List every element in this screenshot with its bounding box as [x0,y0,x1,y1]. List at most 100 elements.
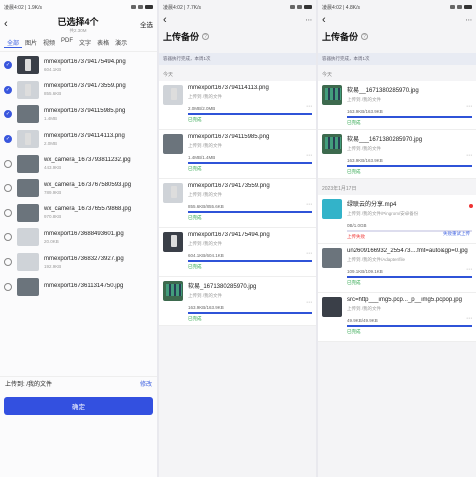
file-name: mmexport1673794114113.png [44,132,125,139]
tab-videos[interactable]: 视频 [40,38,58,48]
item-more-icon[interactable]: ⋯ [466,152,472,159]
upload-item-card[interactable]: mmexport1673794173559.png 上传到 /我的文件 855.6K… [159,179,316,228]
upload-thumbnail [163,85,183,105]
unchecked-checkbox-icon[interactable] [4,258,12,267]
checked-checkbox-icon[interactable]: ✓ [4,85,12,94]
upload-size: 49.9KB/49.9KB [347,318,378,323]
back-arrow-icon[interactable]: ‹ [4,18,16,30]
file-thumbnail [17,277,39,296]
upload-file-name: 软易___1671380285970.jpg [347,137,423,143]
retry-upload-button[interactable]: 失败重试上传 [443,231,470,237]
help-icon[interactable]: ? [202,33,210,40]
file-list-item[interactable]: ✓ mmexport1673794173559.png 855.6KB [0,78,157,103]
file-list-item[interactable]: wx_camera_1673767580593.jpg 789.9KB [0,176,157,201]
file-size: 20.0KB [44,238,59,244]
file-list-item[interactable]: wx_camera_1673793811232.jpg 443.9KB [0,151,157,176]
tab-pdf[interactable]: PDF [58,38,76,48]
upload-file-name: mmexport1673794173559.png [188,183,270,189]
file-thumbnail [17,253,39,272]
item-more-icon[interactable]: ⋯ [466,315,472,322]
unchecked-checkbox-icon[interactable] [4,208,12,217]
signal-icon [131,5,136,9]
file-info: mmexport1673688493601.jpg 20.0KB [44,231,153,244]
upload-size: 2.0MB/2.0MB [188,106,216,111]
file-list-item[interactable]: wx_camera_1673765579868.jpg 970.8KB [0,201,157,226]
file-thumbnail [17,56,39,75]
upload-file-name: 软易__1671380285970.jpg [347,88,419,94]
back-arrow-icon[interactable]: ‹ [322,14,334,26]
status-indicators [450,5,472,9]
upload-item-card[interactable]: 软易___1671380285970.jpg 上传到 /我的文件 163.9KB/1… [318,130,476,179]
file-list-item[interactable]: ✓ mmexport1673794175494.png 604.1KB [0,53,157,78]
upload-backup-panel-2: 凌晨4:02 | 4.8K/s ‹ ⋯ 上传备份 ? 容器执行完成，本周1次 今… [318,0,476,477]
checked-checkbox-icon[interactable]: ✓ [4,135,12,144]
upload-complete-status: 已完成 [188,165,202,171]
upload-item-card[interactable]: 软易_1671380285970.jpg 上传到 /我的文件 163.9KB/163… [159,277,316,326]
item-more-icon[interactable]: ⋯ [306,299,312,306]
more-menu-icon[interactable]: ⋯ [466,16,473,24]
checked-checkbox-icon[interactable]: ✓ [4,61,12,70]
select-all-button[interactable]: 全选 [140,19,153,29]
upload-complete-status: 已完成 [188,315,202,321]
upload-complete-status: 已完成 [188,263,202,269]
page-title-row: 上传备份 ? [159,26,316,43]
back-arrow-icon[interactable]: ‹ [163,14,175,26]
page-title: 上传备份 [322,32,359,42]
upload-info: mmexport1673794115985.png 上传到 /我的文件 1.4MB/… [188,134,312,175]
change-destination-button[interactable]: 修改 [140,379,152,388]
upload-item-card[interactable]: mmexport1673794115985.png 上传到 /我的文件 1.4MB/… [159,130,316,179]
unchecked-checkbox-icon[interactable] [4,233,12,242]
file-name: wx_camera_1673765579868.jpg [44,206,132,213]
tab-slides[interactable]: 演示 [112,38,130,48]
tab-all[interactable]: 全部 [4,38,23,48]
upload-file-name: un2609166932_255473....fmt=auto&gp=0.jpg [347,248,468,254]
file-list-item[interactable]: ✓ mmexport1673794114113.png 2.0MB [0,127,157,152]
checked-checkbox-icon[interactable]: ✓ [4,110,12,119]
file-list: ✓ mmexport1673794175494.png 604.1KB ✓ mmexpo… [0,52,157,299]
upload-destination: 上传到 /我的文件 [188,192,222,197]
upload-item-card[interactable]: mmexport1673794114113.png 上传到 /我的文件 2.0MB/… [159,81,316,130]
upload-progress-bar [188,312,312,314]
file-list-item[interactable]: ✓ mmexport1673794115985.png 1.4MB [0,102,157,127]
tab-docs[interactable]: 文字 [76,38,94,48]
upload-progress-bar [347,325,472,327]
unchecked-checkbox-icon[interactable] [4,282,12,291]
category-tabs: 全部 图片 视频 PDF PDF 文字 表格 演示 [0,34,157,52]
tab-sheets[interactable]: 表格 [94,38,112,48]
section-today: 今天 [163,72,174,78]
upload-complete-status: 已完成 [347,119,361,125]
file-list-item[interactable]: mmexport1673683273927.jpg 192.9KB [0,250,157,275]
item-more-icon[interactable]: ⋯ [306,201,312,208]
upload-item-card[interactable]: un2609166932_255473....fmt=auto&gp=0.jpg… [318,244,476,293]
item-more-icon[interactable]: ⋯ [306,250,312,257]
more-menu-icon[interactable]: ⋯ [306,16,313,24]
upload-file-name: 软易_1671380285970.jpg [188,284,257,290]
file-list-item[interactable]: mmexport1673688493601.jpg 20.0KB [0,225,157,250]
file-thumbnail [17,179,39,198]
status-bar: 凌晨4:02 | 4.8K/s [318,0,476,14]
upload-info: mmexport1673794173559.png 上传到 /我的文件 855.6K… [188,183,312,224]
item-more-icon[interactable]: ⋯ [466,103,472,110]
unchecked-checkbox-icon[interactable] [4,184,12,193]
upload-complete-status: 已完成 [347,328,361,334]
upload-progress-bar [347,116,472,118]
upload-info: 软易_1671380285970.jpg 上传到 /我的文件 163.9KB/163… [188,281,312,322]
item-more-icon[interactable]: ⋯ [306,152,312,159]
upload-file-name: 绿联云的分享.mp4 [347,202,397,208]
help-icon[interactable]: ? [361,33,369,40]
upload-destination-bar: 上传到: /我的文件 修改 [0,376,157,390]
upload-item-card[interactable]: 绿联云的分享.mp4 上传到 /我的文件/Pingrom/安卓备份 0B/1.0GB… [318,195,476,244]
item-more-icon[interactable]: ⋯ [466,266,472,273]
upload-complete-status: 已完成 [347,168,361,174]
upload-item-card[interactable]: mmexport1673794175494.png 上传到 /我的文件 604.1K… [159,228,316,277]
file-name: wx_camera_1673767580593.jpg [44,181,132,188]
file-list-item[interactable]: mmexport1673611314750.jpg [0,274,157,299]
confirm-button[interactable]: 确定 [4,397,153,415]
item-more-icon[interactable]: ⋯ [306,103,312,110]
upload-item-card[interactable]: src=http___img5.pcp..._p__img5.pcpop.jpg… [318,293,476,342]
backup-notice: 容器执行完成，本周1次 [159,53,316,65]
unchecked-checkbox-icon[interactable] [4,159,12,168]
tab-images[interactable]: 图片 [22,38,40,48]
select-header: ‹ 已选择4个 共2.30M 全选 [0,14,157,34]
upload-item-card[interactable]: 软易__1671380285970.jpg 上传到 /我的文件 163.9KB/16… [318,81,476,130]
